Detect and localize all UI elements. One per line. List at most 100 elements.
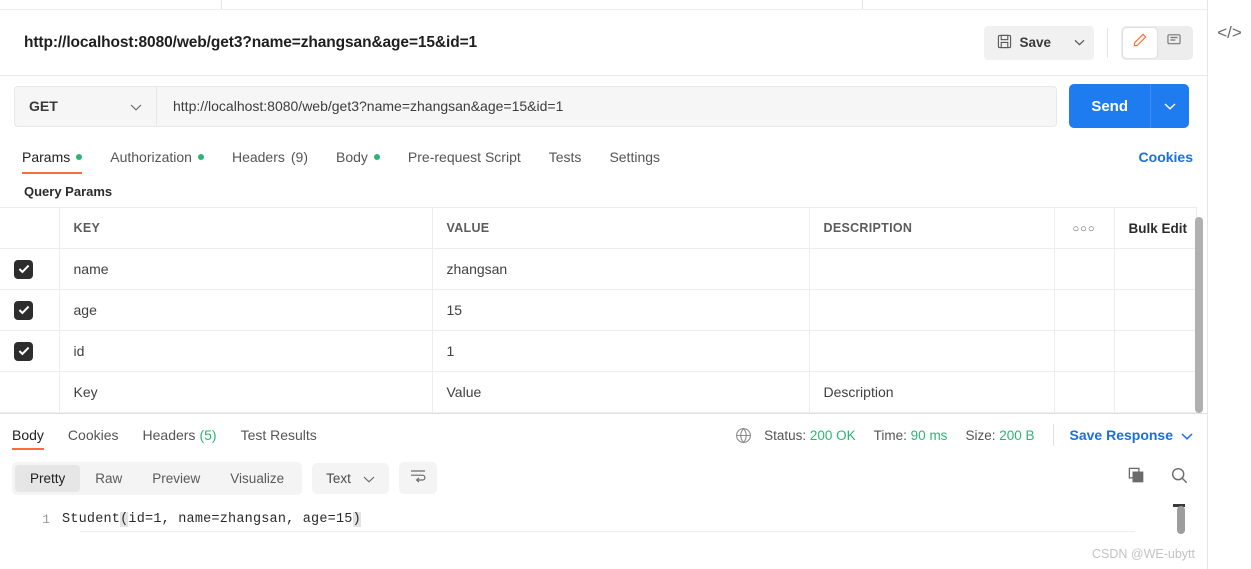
header-key: KEY — [59, 207, 433, 249]
status-value: 200 OK — [809, 427, 856, 443]
empty-row-key-input[interactable]: Key — [59, 371, 433, 413]
toolbar-divider — [1107, 27, 1108, 58]
code-text: Student(id=1, name=zhangsan, age=15) — [62, 511, 361, 527]
view-mode-raw[interactable]: Raw — [80, 465, 137, 492]
open-request-tab[interactable] — [221, 0, 863, 9]
http-method-select[interactable]: GET — [14, 85, 156, 127]
view-mode-toggle — [1121, 25, 1193, 60]
row-value[interactable]: 15 — [432, 289, 810, 331]
save-response-button[interactable]: Save Response — [1070, 427, 1194, 443]
header-more-options-button[interactable]: ○○○ — [1054, 207, 1115, 249]
tab-pre-request-script[interactable]: Pre-request Script — [408, 149, 521, 174]
tab-params-label: Params — [22, 149, 71, 165]
http-method-value: GET — [29, 98, 58, 114]
code-scrollbar[interactable] — [1177, 506, 1185, 534]
tab-settings[interactable]: Settings — [609, 149, 660, 174]
response-format-select[interactable]: Text — [312, 462, 389, 494]
code-line-underline — [80, 531, 1135, 532]
row-checkbox[interactable] — [14, 259, 33, 279]
tab-settings-label: Settings — [609, 149, 661, 165]
table-row: id 1 — [0, 330, 1197, 372]
row-spacer-2 — [1114, 289, 1197, 331]
line-number: 1 — [42, 511, 50, 527]
tab-authorization[interactable]: Authorization — [110, 149, 204, 174]
edit-mode-button[interactable] — [1123, 27, 1157, 58]
tab-body[interactable]: Body — [336, 149, 380, 174]
more-options-icon: ○○○ — [1072, 223, 1096, 235]
send-button[interactable]: Send — [1069, 84, 1150, 128]
empty-row-value-input[interactable]: Value — [432, 371, 810, 413]
word-wrap-button[interactable] — [398, 462, 437, 494]
response-meta: Status: 200 OK Time: 90 ms Size: 200 B S… — [735, 424, 1193, 446]
row-checkbox[interactable] — [14, 300, 33, 320]
row-description[interactable] — [809, 289, 1055, 331]
row-checkbox-cell — [0, 289, 60, 331]
response-tab-headers[interactable]: Headers (5) — [143, 414, 217, 456]
view-mode-pretty[interactable]: Pretty — [15, 464, 81, 492]
save-response-label: Save Response — [1069, 427, 1174, 443]
response-body-toolbar: Pretty Raw Preview Visualize Text — [0, 456, 1207, 500]
tab-tests-label: Tests — [548, 149, 582, 165]
send-button-group: Send — [1069, 84, 1189, 128]
view-mode-preview[interactable]: Preview — [137, 465, 215, 492]
row-spacer-1 — [1054, 248, 1115, 290]
right-sidebar: </> — [1207, 0, 1251, 569]
status-badge: Status: 200 OK — [764, 428, 856, 443]
params-scrollbar[interactable] — [1195, 217, 1203, 413]
row-value[interactable]: zhangsan — [432, 248, 810, 290]
header-description: DESCRIPTION — [809, 207, 1055, 249]
query-params-table: KEY VALUE DESCRIPTION ○○○ Bulk Edit name… — [0, 207, 1197, 413]
row-spacer-2 — [1114, 248, 1197, 290]
page-title: http://localhost:8080/web/get3?name=zhan… — [24, 33, 478, 51]
cookies-link[interactable]: Cookies — [1139, 149, 1193, 174]
save-button-label: Save — [1019, 35, 1051, 50]
code-line: 1 Student(id=1, name=zhangsan, age=15) — [0, 508, 1207, 530]
postman-window: http://localhost:8080/web/get3?name=zhan… — [0, 0, 1251, 569]
status-label: Status: — [764, 427, 807, 443]
table-row: age 15 — [0, 289, 1197, 331]
row-checkbox-cell — [0, 248, 60, 290]
search-button[interactable] — [1170, 466, 1189, 490]
code-snippet-icon[interactable]: </> — [1217, 24, 1242, 41]
tab-authorization-label: Authorization — [110, 149, 192, 165]
tab-authorization-dot — [197, 154, 204, 160]
save-options-button[interactable] — [1064, 25, 1094, 60]
response-tab-cookies[interactable]: Cookies — [68, 414, 119, 456]
url-input[interactable]: http://localhost:8080/web/get3?name=zhan… — [156, 85, 1058, 127]
tab-params[interactable]: Params — [22, 149, 83, 174]
watermark: CSDN @WE-ubytt — [1092, 547, 1195, 561]
row-spacer-2 — [1114, 330, 1197, 372]
code-close-paren: ) — [352, 511, 361, 527]
tab-pre-request-script-label: Pre-request Script — [407, 149, 521, 165]
response-tab-body-label: Body — [12, 427, 44, 443]
table-row-empty: Key Value Description — [0, 371, 1197, 413]
row-spacer-1 — [1054, 330, 1115, 372]
row-key[interactable]: name — [59, 248, 433, 290]
response-tab-headers-count: (5) — [199, 427, 217, 443]
query-params-label: Query Params — [24, 184, 113, 199]
row-description[interactable] — [809, 330, 1055, 372]
send-options-button[interactable] — [1150, 84, 1189, 128]
response-body-code[interactable]: 1 Student(id=1, name=zhangsan, age=15) — [0, 500, 1207, 569]
request-name-bar: http://localhost:8080/web/get3?name=zhan… — [0, 10, 1207, 76]
response-format-value: Text — [326, 470, 351, 486]
tab-headers-label: Headers — [231, 149, 285, 165]
chevron-down-icon — [1181, 427, 1193, 443]
row-checkbox[interactable] — [14, 341, 33, 361]
row-value[interactable]: 1 — [432, 330, 810, 372]
copy-button[interactable] — [1127, 466, 1146, 490]
bulk-edit-button[interactable]: Bulk Edit — [1114, 207, 1197, 249]
save-button[interactable]: Save — [984, 25, 1064, 60]
response-tab-test-results[interactable]: Test Results — [241, 414, 317, 456]
tab-headers[interactable]: Headers (9) — [232, 149, 308, 174]
globe-icon — [735, 427, 752, 444]
empty-row-description-input[interactable]: Description — [809, 371, 1055, 413]
response-view-mode-group: Pretty Raw Preview Visualize — [12, 461, 303, 495]
comment-mode-button[interactable] — [1157, 28, 1191, 58]
response-tab-body[interactable]: Body — [12, 414, 44, 456]
view-mode-visualize[interactable]: Visualize — [215, 465, 299, 492]
row-key[interactable]: age — [59, 289, 433, 331]
row-key[interactable]: id — [59, 330, 433, 372]
row-description[interactable] — [809, 248, 1055, 290]
tab-tests[interactable]: Tests — [549, 149, 582, 174]
